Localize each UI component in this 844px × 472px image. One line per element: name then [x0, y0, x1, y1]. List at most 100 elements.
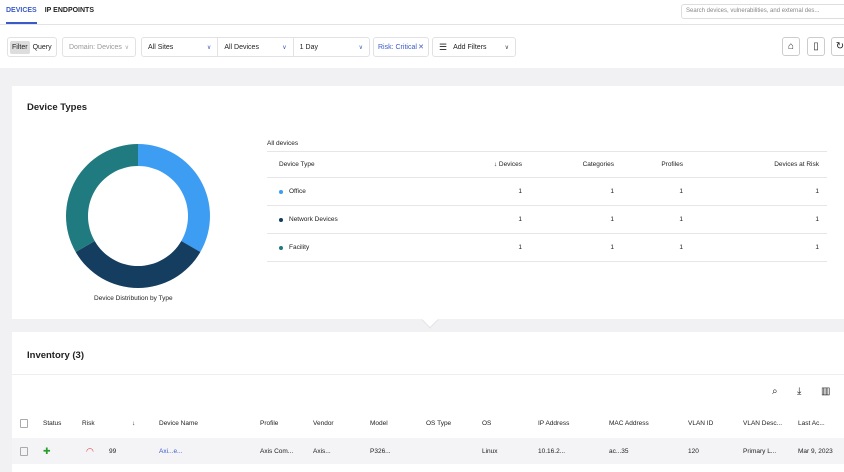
profiles-cell: 1: [679, 188, 683, 195]
tag-icon[interactable]: ⌂: [782, 37, 800, 56]
device-type-label: Facility: [289, 244, 310, 251]
devices-cell: 1: [518, 216, 522, 223]
table-row[interactable]: Network Devices 1 1 1 1: [267, 206, 827, 234]
search-input[interactable]: Search devices, vulnerabilities, and ext…: [681, 4, 844, 19]
profiles-cell: 1: [679, 244, 683, 251]
sliders-icon: ☰: [439, 41, 448, 52]
at-risk-cell: 1: [815, 188, 819, 195]
online-status-icon: ✚: [43, 445, 51, 456]
columns-icon[interactable]: ▥: [821, 386, 830, 397]
vlan-id-cell: 120: [688, 447, 699, 455]
top-header: DEVICES IP ENDPOINTS Search devices, vul…: [0, 0, 844, 68]
row-checkbox[interactable]: [20, 446, 28, 456]
device-type-label: Network Devices: [289, 216, 338, 223]
col-os-type[interactable]: OS Type: [426, 420, 451, 427]
tab-ip-endpoints[interactable]: IP ENDPOINTS: [45, 7, 94, 24]
col-model[interactable]: Model: [370, 420, 388, 427]
col-vendor[interactable]: Vendor: [313, 420, 334, 427]
risk-score: 99: [109, 447, 117, 455]
risk-gauge-icon: ◠: [86, 445, 94, 456]
legend-dot: [279, 189, 283, 194]
ip-cell: 10.16.2...: [538, 447, 566, 455]
inventory-header: Status Risk ↓ Device Name Profile Vendor…: [12, 416, 844, 430]
device-types-title: Device Types: [27, 102, 88, 113]
refresh-icon[interactable]: ↻: [831, 37, 844, 56]
tab-divider: [0, 24, 844, 25]
add-filters-label: Add Filters: [453, 43, 487, 51]
legend-dot: [279, 245, 283, 250]
donut-slice-facility[interactable]: [66, 144, 138, 252]
categories-cell: 1: [610, 244, 614, 251]
col-last-active[interactable]: Last Ac...: [798, 420, 825, 427]
devices-cell: 1: [518, 244, 522, 251]
download-icon[interactable]: ⤓: [797, 386, 801, 397]
query-toggle[interactable]: Query: [30, 44, 55, 51]
col-os[interactable]: OS: [482, 420, 491, 427]
inventory-title: Inventory (3): [27, 350, 85, 361]
chevron-down-icon: ∨: [504, 44, 509, 51]
col-devices[interactable]: ↓ Devices: [457, 161, 522, 168]
chevron-down-icon: ∨: [282, 44, 287, 51]
col-device-type[interactable]: Device Type: [267, 161, 457, 168]
device-type-cell: Facility: [267, 244, 457, 251]
col-profiles[interactable]: Profiles: [614, 161, 683, 168]
add-filters-button[interactable]: ☰ Add Filters ∨: [432, 37, 516, 57]
device-type-label: Office: [289, 188, 306, 195]
col-risk[interactable]: Risk: [82, 420, 95, 427]
legend-dot: [279, 217, 283, 222]
risk-filter-chip[interactable]: Risk: Critical ✕: [373, 37, 429, 57]
chevron-down-icon: ∨: [124, 44, 129, 51]
donut-slice-office[interactable]: [138, 144, 210, 252]
sort-down-icon[interactable]: ↓: [132, 420, 135, 427]
vendor-cell: Axis...: [313, 447, 331, 455]
mac-cell: ac...35: [609, 447, 629, 455]
col-vlan-id[interactable]: VLAN ID: [688, 420, 713, 427]
device-donut-chart: [66, 144, 210, 288]
time-select[interactable]: 1 Day ∨: [294, 38, 369, 56]
model-cell: P326...: [370, 447, 391, 455]
filter-toggle[interactable]: Filter: [10, 40, 30, 54]
filter-query-toggle: Filter Query: [7, 37, 57, 57]
col-at-risk[interactable]: Devices at Risk: [683, 161, 819, 168]
table-row[interactable]: ✚ ◠ 99 Axi...e... Axis Com... Axis... P3…: [12, 438, 844, 464]
device-type-cell: Office: [267, 188, 457, 195]
chart-caption: Device Distribution by Type: [94, 295, 173, 302]
table-title: All devices: [267, 140, 299, 147]
col-vlan-desc[interactable]: VLAN Desc...: [743, 420, 782, 427]
bookmark-icon[interactable]: ▯: [807, 37, 825, 56]
col-ip[interactable]: IP Address: [538, 420, 569, 427]
col-profile[interactable]: Profile: [260, 420, 278, 427]
col-devices-label: Devices: [498, 161, 522, 168]
categories-cell: 1: [610, 188, 614, 195]
os-cell: Linux: [482, 447, 498, 455]
devices-label: All Devices: [224, 43, 259, 51]
profile-cell: Axis Com...: [260, 447, 294, 455]
domain-label: Domain: Devices: [69, 43, 122, 51]
at-risk-cell: 1: [815, 244, 819, 251]
sites-select[interactable]: All Sites ∨: [142, 38, 219, 56]
table-header: Device Type ↓ Devices Categories Profile…: [267, 151, 827, 178]
device-name-link[interactable]: Axi...e...: [159, 448, 182, 455]
close-icon[interactable]: ✕: [418, 43, 424, 51]
at-risk-cell: 1: [815, 216, 819, 223]
sites-label: All Sites: [148, 43, 174, 51]
select-all-checkbox[interactable]: [20, 418, 28, 428]
scope-filters: All Sites ∨ All Devices ∨ 1 Day ∨: [141, 37, 370, 57]
donut-slice-network-devices[interactable]: [75, 241, 201, 288]
chevron-down-icon: ∨: [358, 44, 363, 51]
tab-devices[interactable]: DEVICES: [6, 7, 37, 24]
search-icon[interactable]: ⌕: [772, 386, 778, 397]
col-categories[interactable]: Categories: [522, 161, 614, 168]
domain-select[interactable]: Domain: Devices ∨: [62, 37, 136, 57]
col-device-name[interactable]: Device Name: [159, 420, 198, 427]
divider: [12, 374, 844, 375]
col-mac[interactable]: MAC Address: [609, 420, 649, 427]
devices-select[interactable]: All Devices ∨: [218, 38, 294, 56]
devices-cell: 1: [518, 188, 522, 195]
vlan-desc-cell: Primary L...: [743, 447, 777, 455]
table-row[interactable]: Facility 1 1 1 1: [267, 234, 827, 262]
last-active-cell: Mar 9, 2023: [798, 447, 833, 455]
table-row[interactable]: Office 1 1 1 1: [267, 178, 827, 206]
col-status[interactable]: Status: [43, 420, 61, 427]
chevron-down-icon: ∨: [206, 44, 212, 51]
